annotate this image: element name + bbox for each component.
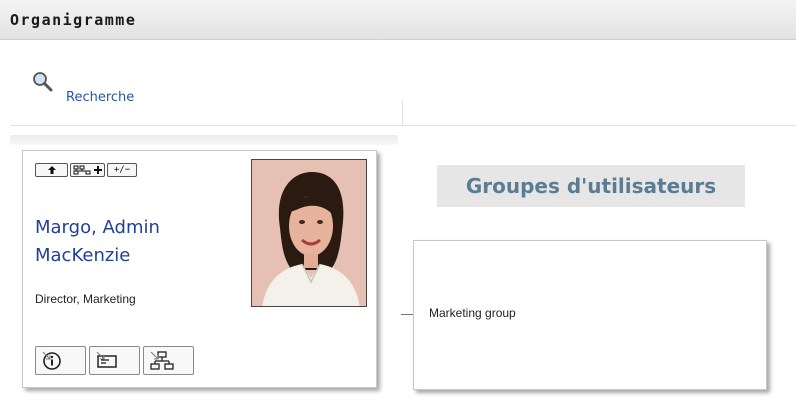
portrait-illustration xyxy=(252,160,366,306)
person-title: Director, Marketing xyxy=(35,292,136,306)
magnifier-icon xyxy=(33,72,53,92)
expand-hierarchy-icon xyxy=(73,165,102,175)
page-title: Organigramme xyxy=(10,11,137,29)
org-chart-button[interactable] xyxy=(143,346,194,375)
search-link[interactable]: Recherche xyxy=(30,70,190,110)
info-button[interactable] xyxy=(35,346,86,375)
card-shadow-bar xyxy=(10,135,398,145)
groups-title: Groupes d'utilisateurs xyxy=(437,165,745,207)
search-label[interactable]: Recherche xyxy=(66,90,134,105)
up-level-button[interactable] xyxy=(35,163,68,177)
email-button[interactable] xyxy=(89,346,140,375)
expand-hierarchy-button[interactable] xyxy=(70,163,105,177)
card-actions xyxy=(35,346,194,375)
group-item-marketing[interactable]: Marketing group xyxy=(429,306,516,320)
person-name-line2[interactable]: MacKenzie xyxy=(35,245,130,266)
toggle-expand-button[interactable]: +/− xyxy=(107,163,137,177)
profile-photo xyxy=(251,159,367,307)
divider xyxy=(402,100,403,126)
dropdown-arrow-icon xyxy=(96,351,105,360)
up-arrow-icon xyxy=(47,166,56,174)
dropdown-arrow-icon xyxy=(150,351,159,360)
dropdown-arrow-icon xyxy=(42,351,51,360)
person-card: +/− Margo, Admin MacKenzie Director, Mar… xyxy=(22,150,377,388)
person-name-line1[interactable]: Margo, Admin xyxy=(35,217,160,238)
title-bar: Organigramme xyxy=(0,0,796,40)
divider xyxy=(10,125,796,126)
